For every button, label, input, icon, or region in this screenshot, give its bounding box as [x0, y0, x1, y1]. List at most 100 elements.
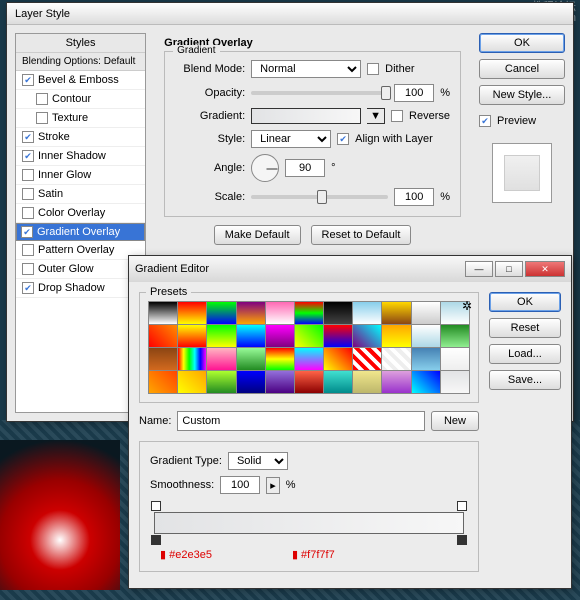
preset-swatch[interactable]: [207, 348, 235, 370]
preset-swatch[interactable]: [237, 302, 265, 324]
preset-swatch[interactable]: [266, 348, 294, 370]
style-item-texture[interactable]: Texture: [16, 109, 145, 128]
preset-swatch[interactable]: [149, 371, 177, 393]
preset-swatch[interactable]: [295, 302, 323, 324]
angle-input[interactable]: [285, 159, 325, 177]
ge-save-button[interactable]: Save...: [489, 370, 561, 390]
style-checkbox[interactable]: [22, 263, 34, 275]
preset-swatch[interactable]: [412, 348, 440, 370]
gradient-dropdown-icon[interactable]: ▼: [367, 108, 385, 124]
gradient-type-select[interactable]: Solid: [228, 452, 288, 470]
blending-options[interactable]: Blending Options: Default: [16, 53, 145, 71]
scale-slider[interactable]: [251, 195, 388, 199]
style-checkbox[interactable]: [36, 112, 48, 124]
color-stop-left[interactable]: [151, 535, 161, 545]
preset-swatch[interactable]: [353, 302, 381, 324]
preset-swatch[interactable]: [353, 325, 381, 347]
style-item-satin[interactable]: Satin: [16, 185, 145, 204]
opacity-stop-left[interactable]: [151, 501, 161, 511]
preset-swatch[interactable]: [382, 302, 410, 324]
color-stop-right[interactable]: [457, 535, 467, 545]
maximize-button[interactable]: □: [495, 261, 523, 277]
style-checkbox[interactable]: ✔: [22, 131, 34, 143]
ge-ok-button[interactable]: OK: [489, 292, 561, 312]
preset-swatch[interactable]: [353, 371, 381, 393]
angle-dial[interactable]: [251, 154, 279, 182]
preset-swatch[interactable]: [266, 302, 294, 324]
presets-grid[interactable]: [148, 301, 470, 394]
preset-swatch[interactable]: [412, 302, 440, 324]
style-item-inner-glow[interactable]: Inner Glow: [16, 166, 145, 185]
preset-swatch[interactable]: [324, 348, 352, 370]
opacity-stop-right[interactable]: [457, 501, 467, 511]
cancel-button[interactable]: Cancel: [479, 59, 565, 79]
preset-swatch[interactable]: [412, 371, 440, 393]
opacity-input[interactable]: [394, 84, 434, 102]
gradient-editor-titlebar[interactable]: Gradient Editor — □ ✕: [129, 256, 571, 282]
preset-swatch[interactable]: [382, 325, 410, 347]
scale-input[interactable]: [394, 188, 434, 206]
style-checkbox[interactable]: [36, 93, 48, 105]
preset-swatch[interactable]: [207, 325, 235, 347]
preset-swatch[interactable]: [266, 371, 294, 393]
smoothness-input[interactable]: [220, 476, 260, 494]
styles-header[interactable]: Styles: [16, 34, 145, 53]
new-button[interactable]: New: [431, 411, 479, 431]
ge-reset-button[interactable]: Reset: [489, 318, 561, 338]
new-style-button[interactable]: New Style...: [479, 85, 565, 105]
preview-checkbox[interactable]: ✔: [479, 115, 491, 127]
preset-swatch[interactable]: [324, 371, 352, 393]
smoothness-menu-icon[interactable]: ▸: [266, 477, 280, 494]
presets-menu-icon[interactable]: ✲: [462, 299, 472, 313]
preset-swatch[interactable]: [149, 325, 177, 347]
close-button[interactable]: ✕: [525, 261, 565, 277]
style-checkbox[interactable]: [22, 244, 34, 256]
preset-swatch[interactable]: [178, 302, 206, 324]
style-item-pattern-overlay[interactable]: Pattern Overlay: [16, 241, 145, 260]
blend-mode-select[interactable]: Normal: [251, 60, 361, 78]
preset-swatch[interactable]: [382, 371, 410, 393]
gradient-preview[interactable]: [251, 108, 361, 124]
preset-swatch[interactable]: [178, 371, 206, 393]
style-item-drop-shadow[interactable]: ✔Drop Shadow: [16, 279, 145, 298]
preset-swatch[interactable]: [207, 302, 235, 324]
ok-button[interactable]: OK: [479, 33, 565, 53]
style-checkbox[interactable]: [22, 207, 34, 219]
preset-swatch[interactable]: [324, 302, 352, 324]
style-checkbox[interactable]: ✔: [22, 150, 34, 162]
preset-swatch[interactable]: [295, 348, 323, 370]
preset-swatch[interactable]: [441, 348, 469, 370]
opacity-slider[interactable]: [251, 91, 388, 95]
align-checkbox[interactable]: ✔: [337, 133, 349, 145]
ge-load-button[interactable]: Load...: [489, 344, 561, 364]
minimize-button[interactable]: —: [465, 261, 493, 277]
preset-swatch[interactable]: [382, 348, 410, 370]
preset-swatch[interactable]: [149, 302, 177, 324]
reset-default-button[interactable]: Reset to Default: [311, 225, 412, 245]
preset-swatch[interactable]: [237, 325, 265, 347]
preset-swatch[interactable]: [295, 371, 323, 393]
preset-swatch[interactable]: [295, 325, 323, 347]
layer-style-titlebar[interactable]: Layer Style: [7, 3, 573, 25]
style-checkbox[interactable]: [22, 169, 34, 181]
style-item-color-overlay[interactable]: Color Overlay: [16, 204, 145, 223]
reverse-checkbox[interactable]: [391, 110, 403, 122]
style-select[interactable]: Linear: [251, 130, 331, 148]
gradient-bar[interactable]: [154, 512, 464, 534]
preset-swatch[interactable]: [441, 371, 469, 393]
preset-swatch[interactable]: [149, 348, 177, 370]
make-default-button[interactable]: Make Default: [214, 225, 301, 245]
preset-swatch[interactable]: [441, 325, 469, 347]
style-checkbox[interactable]: ✔: [22, 282, 34, 294]
preset-swatch[interactable]: [353, 348, 381, 370]
style-item-contour[interactable]: Contour: [16, 90, 145, 109]
style-item-bevel-emboss[interactable]: ✔Bevel & Emboss: [16, 71, 145, 90]
preset-swatch[interactable]: [266, 325, 294, 347]
preset-swatch[interactable]: [412, 325, 440, 347]
preset-swatch[interactable]: [237, 371, 265, 393]
dither-checkbox[interactable]: [367, 63, 379, 75]
style-checkbox[interactable]: ✔: [21, 226, 33, 238]
style-item-gradient-overlay[interactable]: ✔Gradient Overlay: [16, 223, 145, 241]
style-checkbox[interactable]: [22, 188, 34, 200]
preset-swatch[interactable]: [324, 325, 352, 347]
